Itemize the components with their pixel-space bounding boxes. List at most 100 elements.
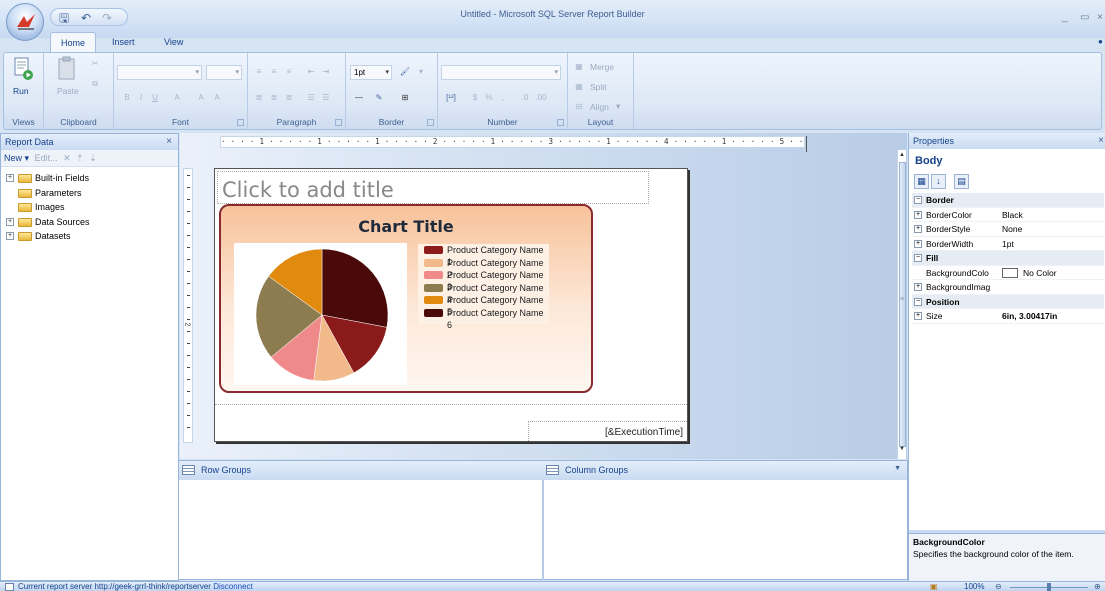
expand-icon[interactable]: + xyxy=(914,225,922,233)
number-dialog-launcher-icon[interactable] xyxy=(557,119,564,126)
tree-item-images[interactable]: Images xyxy=(1,200,178,215)
property-value[interactable]: None xyxy=(1002,222,1022,236)
alphabetical-icon[interactable]: ↓ xyxy=(931,174,946,189)
property-value[interactable]: 1pt xyxy=(1002,237,1014,251)
tree-item-built-in-fields[interactable]: + Built-in Fields xyxy=(1,171,178,186)
help-icon[interactable]: ● xyxy=(1098,37,1103,46)
grow-font-icon[interactable]: A xyxy=(194,91,208,105)
property-row[interactable]: + Size 6in, 3.00417in xyxy=(912,309,1104,324)
bold-icon[interactable]: B xyxy=(120,91,134,105)
comma-icon[interactable]: , xyxy=(496,91,510,105)
report-page[interactable]: Click to add title Chart Title Product C… xyxy=(214,168,688,442)
font-size-dropdown[interactable]: ▾ xyxy=(206,65,242,80)
zoom-in-icon[interactable]: ⊕ xyxy=(1094,582,1101,591)
property-category[interactable]: − Fill xyxy=(912,251,1104,266)
increase-decimal-icon[interactable]: .0 xyxy=(518,91,532,105)
justify-left-icon[interactable]: ≣ xyxy=(252,91,266,105)
property-category[interactable]: − Position xyxy=(912,294,1104,309)
expand-icon[interactable]: + xyxy=(914,239,922,248)
paste-button[interactable]: Paste xyxy=(57,86,79,96)
decrease-indent-icon[interactable]: ⇤ xyxy=(304,65,318,79)
align-center-icon[interactable]: ≡ xyxy=(267,65,281,79)
percent-icon[interactable]: % xyxy=(482,91,496,105)
justify-right-icon[interactable]: ≣ xyxy=(282,91,296,105)
close-icon[interactable]: × xyxy=(1097,12,1103,23)
italic-icon[interactable]: I xyxy=(134,91,148,105)
merge-button[interactable]: Merge xyxy=(590,62,614,72)
expand-icon[interactable]: + xyxy=(6,232,14,240)
save-icon[interactable]: 🖫 xyxy=(59,10,69,26)
tab-view[interactable]: View xyxy=(154,32,193,53)
minimize-icon[interactable]: _ xyxy=(1062,12,1068,23)
property-row[interactable]: BackgroundColo No Color xyxy=(912,266,1104,280)
move-down-icon[interactable]: ⇣ xyxy=(89,153,97,163)
pane-splitter-grip-icon[interactable]: ≡ xyxy=(900,296,908,308)
tab-home[interactable]: Home xyxy=(50,32,97,53)
property-row[interactable]: + BorderColor Black xyxy=(912,208,1104,222)
expand-icon[interactable]: + xyxy=(6,174,14,182)
align-button[interactable]: Align xyxy=(590,102,609,112)
fit-page-icon[interactable]: ▣ xyxy=(930,582,938,591)
expand-icon[interactable]: + xyxy=(914,210,922,219)
property-value[interactable]: No Color xyxy=(1002,266,1057,280)
tree-item-datasets[interactable]: + Datasets xyxy=(1,229,178,244)
property-row[interactable]: + BorderStyle None xyxy=(912,222,1104,237)
align-dropdown-icon[interactable]: ▾ xyxy=(616,101,620,112)
categorized-icon[interactable]: ▦ xyxy=(914,174,929,189)
increase-indent-icon[interactable]: ⇥ xyxy=(319,65,333,79)
placeholder-styles-icon[interactable]: [¹²] xyxy=(444,91,458,105)
decrease-decimal-icon[interactable]: .00 xyxy=(534,91,548,105)
justify-center-icon[interactable]: ≣ xyxy=(267,91,281,105)
zoom-slider-thumb[interactable] xyxy=(1047,583,1051,591)
pie-slice-6[interactable] xyxy=(321,248,389,328)
border-width-dropdown[interactable]: 1pt ▾ xyxy=(350,65,392,80)
column-groups-area[interactable] xyxy=(544,480,907,580)
application-button[interactable] xyxy=(6,3,44,41)
close-pane-icon[interactable]: × xyxy=(1098,133,1104,149)
scroll-down-icon[interactable]: ▼ xyxy=(899,446,905,452)
report-title-textbox[interactable]: Click to add title xyxy=(217,171,649,204)
border-color-dropdown-icon[interactable]: ▾ xyxy=(414,65,428,79)
shrink-font-icon[interactable]: A xyxy=(210,91,224,105)
undo-icon[interactable]: ↶ xyxy=(81,10,91,26)
close-pane-icon[interactable]: × xyxy=(166,134,172,150)
border-style-icon[interactable]: — xyxy=(352,91,366,105)
currency-icon[interactable]: $ xyxy=(468,91,482,105)
tree-item-parameters[interactable]: Parameters xyxy=(1,186,178,201)
fill-color-icon[interactable]: ✎ xyxy=(372,91,386,105)
split-button[interactable]: Split xyxy=(590,82,607,92)
row-groups-area[interactable] xyxy=(179,480,542,580)
collapse-icon[interactable]: − xyxy=(914,297,922,306)
expand-icon[interactable]: + xyxy=(914,312,922,320)
cut-icon[interactable]: ✂ xyxy=(88,57,102,71)
collapse-icon[interactable]: − xyxy=(914,196,922,204)
expand-icon[interactable]: + xyxy=(6,217,14,226)
property-row[interactable]: + BackgroundImag xyxy=(912,280,1104,295)
numbering-icon[interactable]: ☰ xyxy=(319,91,333,105)
move-up-icon[interactable]: ⇡ xyxy=(76,153,84,163)
font-color-icon[interactable]: A xyxy=(170,91,184,105)
maximize-icon[interactable]: ▭ xyxy=(1080,12,1089,23)
number-format-dropdown[interactable]: ▾ xyxy=(441,65,561,80)
run-button[interactable]: Run xyxy=(13,86,29,96)
tab-insert[interactable]: Insert xyxy=(102,32,145,53)
border-dialog-launcher-icon[interactable] xyxy=(427,119,434,126)
property-value[interactable]: Black xyxy=(1002,208,1023,222)
borders-icon[interactable]: ⊞ xyxy=(398,91,412,105)
delete-icon[interactable]: ✕ xyxy=(63,153,71,163)
property-pages-icon[interactable]: ▤ xyxy=(954,174,969,189)
font-dialog-launcher-icon[interactable] xyxy=(237,119,244,126)
copy-icon[interactable]: ⧉ xyxy=(88,77,102,91)
align-left-icon[interactable]: ≡ xyxy=(252,65,266,79)
expand-icon[interactable]: + xyxy=(914,283,922,291)
underline-icon[interactable]: U xyxy=(148,91,162,105)
new-button[interactable]: New ▾ xyxy=(4,153,29,163)
tree-item-data-sources[interactable]: + Data Sources xyxy=(1,215,178,230)
font-name-dropdown[interactable]: ▾ xyxy=(117,65,202,80)
disconnect-link[interactable]: Disconnect xyxy=(213,582,253,591)
scroll-up-icon[interactable]: ▲ xyxy=(899,152,905,158)
edit-button[interactable]: Edit... xyxy=(35,153,58,163)
property-row[interactable]: + BorderWidth 1pt xyxy=(912,237,1104,251)
collapse-icon[interactable]: − xyxy=(914,254,922,262)
collapse-groups-icon[interactable]: ▼ xyxy=(894,465,901,472)
